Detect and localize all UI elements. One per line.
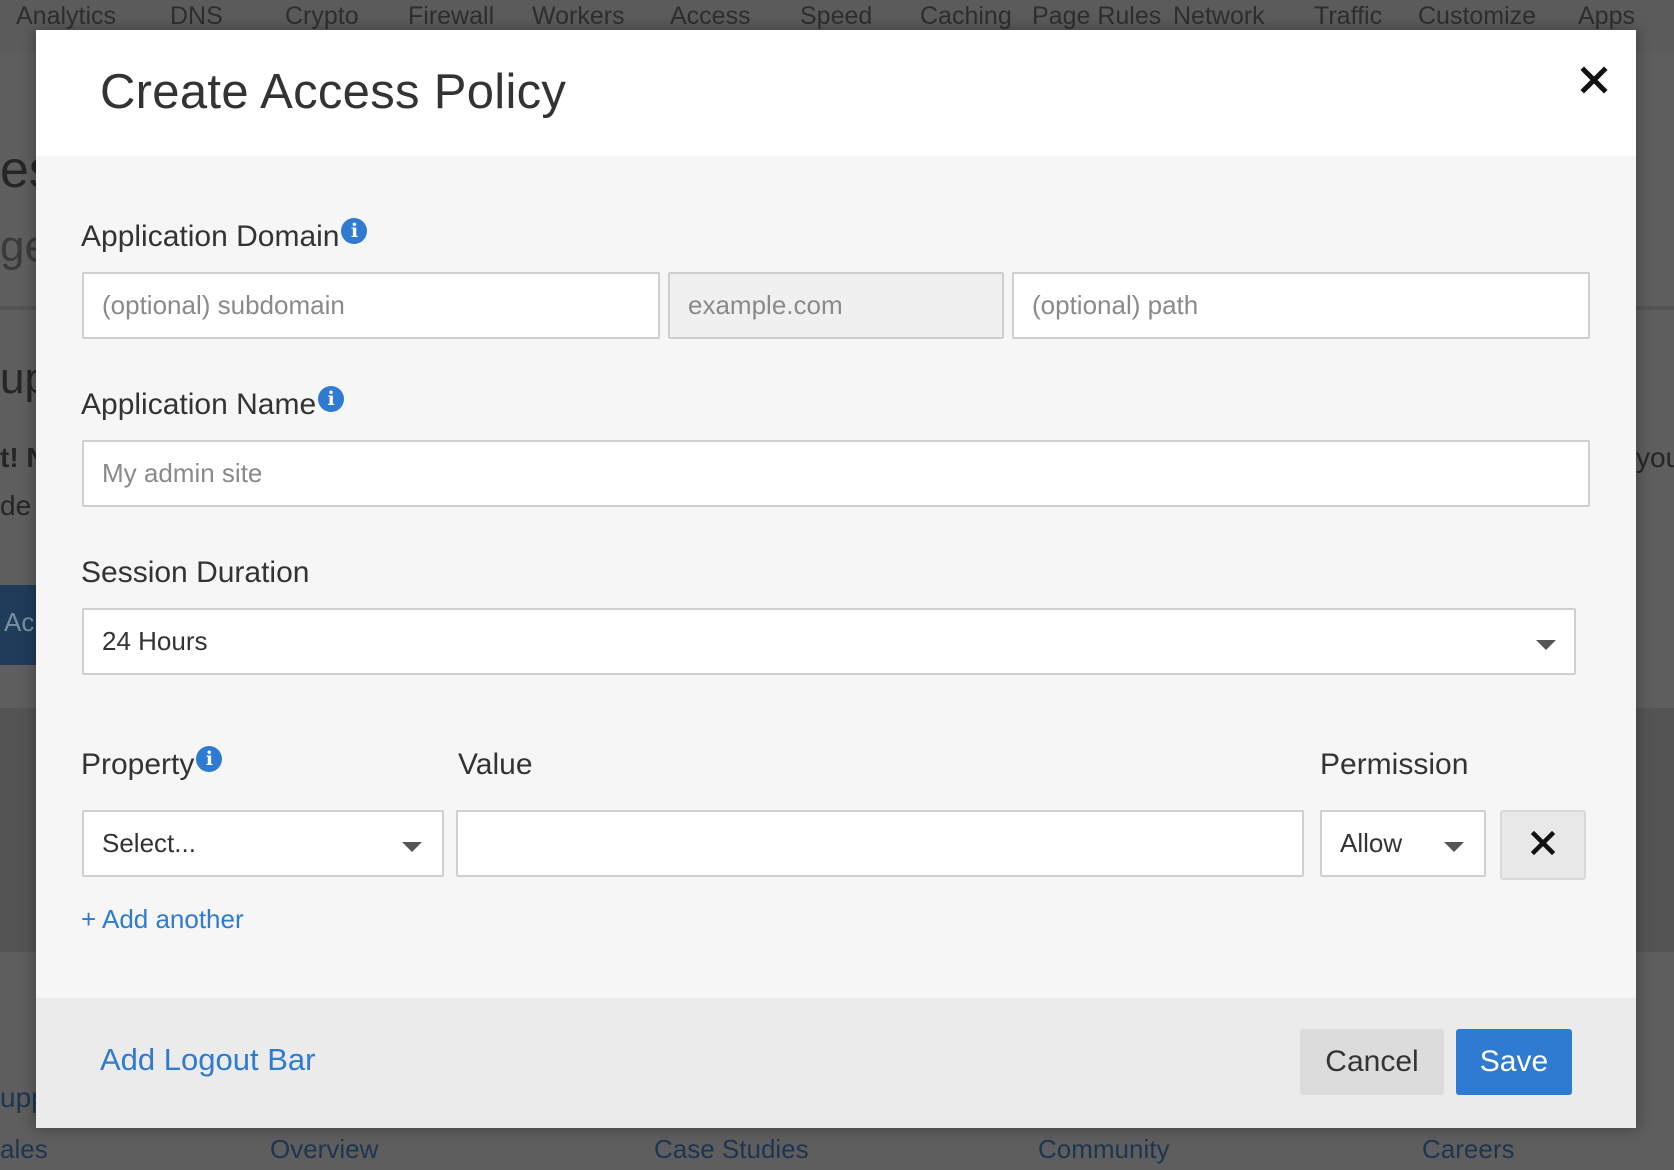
nav-item-dns[interactable]: DNS bbox=[170, 2, 223, 31]
session-duration-label: Session Duration bbox=[81, 556, 310, 589]
session-duration-select[interactable]: 24 Hours bbox=[82, 608, 1576, 675]
nav-item-customize[interactable]: Customize bbox=[1418, 2, 1536, 31]
path-input[interactable] bbox=[1012, 272, 1590, 339]
application-domain-label-text: Application Domain bbox=[81, 220, 340, 253]
modal-title: Create Access Policy bbox=[100, 65, 567, 119]
footer-link-community[interactable]: Community bbox=[1038, 1134, 1169, 1165]
property-select-value: Select... bbox=[102, 828, 196, 858]
close-icon bbox=[1580, 66, 1608, 94]
save-button[interactable]: Save bbox=[1456, 1029, 1572, 1095]
application-domain-label: Application Domain i bbox=[81, 218, 368, 254]
application-name-label: Application Name i bbox=[81, 386, 345, 422]
add-another-link[interactable]: + Add another bbox=[81, 904, 244, 935]
chevron-down-icon bbox=[1536, 640, 1556, 650]
nav-item-traffic[interactable]: Traffic bbox=[1314, 2, 1382, 31]
nav-item-caching[interactable]: Caching bbox=[920, 2, 1012, 31]
property-label-text: Property bbox=[81, 748, 195, 781]
background-button-label: Ac bbox=[4, 607, 35, 637]
nav-item-access[interactable]: Access bbox=[670, 2, 751, 31]
nav-item-speed[interactable]: Speed bbox=[800, 2, 872, 31]
property-select[interactable]: Select... bbox=[82, 810, 444, 877]
nav-item-page-rules[interactable]: Page Rules bbox=[1032, 2, 1161, 31]
info-icon[interactable]: i bbox=[196, 746, 223, 772]
background-text-fragment: de bbox=[0, 490, 32, 521]
session-duration-value: 24 Hours bbox=[102, 626, 208, 656]
modal-header: Create Access Policy bbox=[36, 30, 1636, 156]
value-label: Value bbox=[458, 748, 533, 781]
chevron-down-icon bbox=[402, 842, 422, 852]
background-text-fragment: you bbox=[1636, 442, 1674, 473]
nav-item-network[interactable]: Network bbox=[1173, 2, 1265, 31]
footer-link-case-studies[interactable]: Case Studies bbox=[654, 1134, 809, 1165]
footer-link-careers[interactable]: Careers bbox=[1422, 1134, 1514, 1165]
close-button[interactable] bbox=[1574, 60, 1614, 100]
remove-icon bbox=[1530, 830, 1556, 856]
permission-label: Permission bbox=[1320, 748, 1469, 781]
nav-item-crypto[interactable]: Crypto bbox=[285, 2, 359, 31]
application-name-label-text: Application Name bbox=[81, 388, 317, 421]
info-icon[interactable]: i bbox=[318, 386, 345, 412]
subdomain-input[interactable] bbox=[82, 272, 660, 339]
info-icon[interactable]: i bbox=[341, 218, 368, 244]
chevron-down-icon bbox=[1444, 842, 1464, 852]
nav-item-workers[interactable]: Workers bbox=[532, 2, 625, 31]
nav-item-apps[interactable]: Apps bbox=[1578, 2, 1635, 31]
create-access-policy-modal: Create Access Policy Application Domain i… bbox=[36, 30, 1636, 1128]
permission-select[interactable]: Allow bbox=[1320, 810, 1486, 877]
remove-rule-button[interactable] bbox=[1500, 810, 1586, 880]
property-label: Property i bbox=[81, 746, 223, 782]
footer-link-overview[interactable]: Overview bbox=[270, 1134, 378, 1165]
modal-footer: Add Logout Bar Cancel Save bbox=[36, 998, 1636, 1128]
nav-item-analytics[interactable]: Analytics bbox=[16, 2, 116, 31]
permission-select-value: Allow bbox=[1340, 828, 1403, 858]
nav-item-firewall[interactable]: Firewall bbox=[408, 2, 494, 31]
application-name-input[interactable] bbox=[82, 440, 1590, 507]
value-input[interactable] bbox=[456, 810, 1304, 877]
domain-input bbox=[668, 272, 1004, 339]
cancel-button[interactable]: Cancel bbox=[1300, 1029, 1444, 1095]
add-logout-bar-link[interactable]: Add Logout Bar bbox=[100, 1042, 315, 1078]
footer-link-sales[interactable]: ales bbox=[0, 1134, 48, 1165]
